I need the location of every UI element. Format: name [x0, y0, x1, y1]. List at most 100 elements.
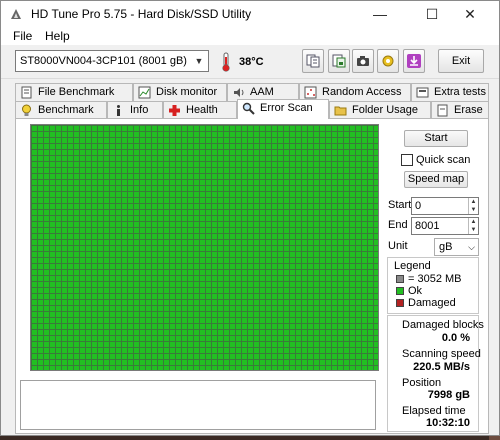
menu-help-label: Help — [45, 29, 70, 43]
erase-icon — [437, 104, 448, 117]
legend-swatch-damaged — [396, 299, 404, 307]
damaged-blocks-value: 0.0 % — [441, 332, 470, 344]
start-position-field[interactable]: 0 ▲ ▼ — [411, 197, 479, 215]
damaged-blocks-label: Damaged blocks — [402, 319, 484, 331]
tab-disk-monitor-label: Disk monitor — [156, 86, 218, 98]
exit-button[interactable]: Exit — [438, 49, 484, 73]
tab-file-benchmark[interactable]: File Benchmark — [15, 83, 133, 101]
copy-info-icon — [306, 54, 320, 68]
drive-select[interactable]: ST8000VN004-3CP101 (8001 gB) ▼ — [15, 50, 209, 72]
tab-folder-usage-label: Folder Usage — [352, 104, 419, 116]
tab-folder-usage[interactable]: Folder Usage — [329, 101, 431, 119]
start-position-value: 0 — [415, 200, 422, 212]
hdtune-app-icon — [11, 9, 21, 19]
tab-extra-tests[interactable]: Extra tests — [411, 83, 489, 101]
unit-select-value: gB — [439, 241, 453, 253]
unit-select[interactable]: gB ⌵ — [434, 238, 479, 256]
magnifier-icon — [242, 102, 255, 115]
lightbulb-icon — [22, 104, 31, 116]
speaker-icon — [234, 88, 244, 97]
thermometer-icon — [222, 52, 230, 72]
legend-title: Legend — [394, 260, 431, 272]
options-button[interactable] — [377, 49, 399, 73]
scan-stats-box: Damaged blocks 0.0 % Scanning speed 220.… — [387, 315, 484, 432]
end-position-field[interactable]: 8001 ▲ ▼ — [411, 217, 479, 235]
tab-benchmark[interactable]: Benchmark — [15, 101, 107, 119]
toolbar: ST8000VN004-3CP101 (8001 gB) ▼ 38°C Exit — [1, 45, 499, 79]
menu-file[interactable]: File — [13, 29, 32, 43]
screenshot-button[interactable] — [352, 49, 374, 73]
start-scan-button[interactable]: Start — [404, 130, 468, 147]
tab-info-label: Info — [130, 104, 149, 116]
elapsed-time-label: Elapsed time — [402, 405, 466, 417]
legend-block-size-label: = 3052 MB — [408, 273, 462, 285]
tab-random-access-label: Random Access — [322, 86, 402, 98]
legend-swatch-block-size — [396, 275, 404, 283]
camera-icon — [357, 56, 369, 66]
close-button[interactable]: ✕ — [447, 1, 493, 27]
elapsed-time-value: 10:32:10 — [425, 417, 470, 429]
legend-damaged-label: Damaged — [408, 297, 456, 309]
temperature-readout: 38°C — [239, 56, 264, 68]
extra-tests-icon — [416, 87, 429, 98]
download-button[interactable] — [403, 49, 425, 73]
scan-map-ok-blocks — [31, 125, 378, 370]
speed-map-button[interactable]: Speed map — [404, 171, 468, 188]
legend-ok-label: Ok — [408, 285, 423, 297]
scan-block-map — [30, 124, 379, 371]
menu-help[interactable]: Help — [45, 29, 70, 43]
health-cross-icon — [169, 105, 180, 116]
title-bar: HD Tune Pro 5.75 - Hard Disk/SSD Utility… — [1, 1, 499, 27]
unit-label: Unit — [388, 240, 408, 252]
app-window: HD Tune Pro 5.75 - Hard Disk/SSD Utility… — [0, 0, 500, 436]
tab-extra-tests-label: Extra tests — [434, 86, 486, 98]
tab-disk-monitor[interactable]: Disk monitor — [133, 83, 227, 101]
legend-box: Legend = 3052 MB Ok Damaged — [387, 257, 479, 314]
maximize-icon: ☐ — [425, 6, 439, 22]
tab-health[interactable]: Health — [163, 101, 237, 119]
tab-erase-label: Erase — [454, 104, 483, 116]
settings-icon — [382, 55, 394, 67]
random-access-icon — [304, 86, 317, 99]
tab-erase[interactable]: Erase — [431, 101, 489, 119]
minimize-button[interactable]: — — [357, 1, 403, 27]
drive-select-value: ST8000VN004-3CP101 (8001 gB) — [20, 55, 187, 67]
tab-aam-label: AAM — [250, 86, 274, 98]
end-spinner-icon[interactable]: ▲ ▼ — [468, 218, 478, 234]
minimize-icon: — — [373, 6, 387, 22]
file-benchmark-icon — [21, 86, 32, 99]
position-value: 7998 gB — [427, 389, 470, 401]
legend-swatch-ok — [396, 287, 404, 295]
tab-file-benchmark-label: File Benchmark — [38, 86, 115, 98]
tab-error-scan-label: Error Scan — [260, 102, 313, 114]
scanning-speed-label: Scanning speed — [402, 348, 481, 360]
error-scan-panel: Start Quick scan Speed map Start 0 ▲ ▼ En… — [15, 118, 489, 434]
quick-scan-checkbox[interactable] — [401, 154, 413, 166]
menu-file-label: File — [13, 29, 33, 43]
end-position-label: End — [388, 219, 408, 231]
scanning-speed-value: 220.5 MB/s — [413, 361, 470, 373]
tab-health-label: Health — [186, 104, 218, 116]
folder-icon — [334, 106, 347, 116]
chevron-down-icon: ▼ — [194, 56, 204, 66]
quick-scan-label: Quick scan — [416, 154, 471, 166]
disk-monitor-icon — [138, 86, 151, 99]
window-title: HD Tune Pro 5.75 - Hard Disk/SSD Utility — [31, 7, 252, 21]
scan-log-box — [20, 380, 376, 430]
close-icon: ✕ — [464, 6, 476, 22]
end-position-value: 8001 — [415, 220, 440, 232]
start-position-label: Start — [388, 199, 412, 211]
start-spinner-icon[interactable]: ▲ ▼ — [468, 198, 478, 214]
download-icon — [407, 54, 421, 68]
copy-info-button[interactable] — [302, 49, 324, 73]
tab-benchmark-label: Benchmark — [38, 104, 94, 116]
save-button[interactable] — [328, 49, 350, 73]
menu-bar: File Help — [1, 27, 499, 45]
tab-error-scan[interactable]: Error Scan — [237, 99, 329, 119]
tab-row-lower: Benchmark Info Health Error Scan Folder … — [15, 99, 489, 119]
save-icon — [332, 54, 346, 68]
chevron-down-icon: ⌵ — [468, 242, 475, 252]
tab-info[interactable]: Info — [107, 101, 163, 119]
position-label: Position — [402, 377, 442, 389]
info-icon — [117, 105, 120, 116]
